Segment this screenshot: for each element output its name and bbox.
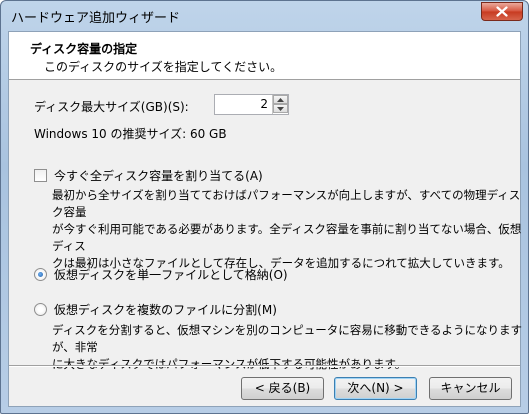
cancel-button[interactable]: キャンセル — [429, 377, 512, 400]
stepper-down-button[interactable] — [273, 104, 288, 113]
page-subtitle: このディスクのサイズを指定してください。 — [44, 60, 283, 74]
page-title: ディスク容量の指定 — [30, 42, 138, 56]
single-file-label[interactable]: 仮想ディスクを単一ファイルとして格納(O) — [54, 266, 288, 283]
description-line: ディスクを分割すると、仮想マシンを別のコンピュータに容易に移動できるようになりま… — [52, 323, 522, 354]
multi-file-label[interactable]: 仮想ディスクを複数のファイルに分割(M) — [54, 301, 277, 318]
single-file-radio[interactable] — [34, 268, 47, 281]
multi-file-option[interactable]: 仮想ディスクを複数のファイルに分割(M) — [34, 301, 277, 318]
wizard-header: ディスク容量の指定 このディスクのサイズを指定してください。 — [9, 32, 520, 80]
description-line: 最初から全サイズを割り当てておけばパフォーマンスが向上しますが、すべての物理ディ… — [52, 188, 521, 219]
close-icon — [496, 6, 508, 17]
single-file-option[interactable]: 仮想ディスクを単一ファイルとして格納(O) — [34, 266, 288, 283]
disk-size-value[interactable]: 2 — [260, 97, 268, 111]
recommended-size-text: Windows 10 の推奨サイズ: 60 GB — [34, 127, 227, 141]
disk-size-stepper[interactable]: 2 — [214, 94, 289, 115]
footer-separator — [9, 365, 520, 367]
wizard-client-area: ディスク容量の指定 このディスクのサイズを指定してください。 ディスク最大サイズ… — [8, 31, 522, 407]
next-button[interactable]: 次へ(N) > — [334, 377, 417, 400]
multi-file-radio[interactable] — [34, 303, 47, 316]
close-button[interactable] — [481, 2, 523, 21]
description-line: が今すぐ利用可能である必要があります。全ディスク容量を事前に割り当てない場合、仮… — [52, 222, 522, 253]
back-button[interactable]: < 戻る(B) — [241, 377, 324, 400]
arrow-up-icon — [277, 97, 284, 102]
allocate-now-checkbox[interactable] — [34, 169, 47, 182]
stepper-up-button[interactable] — [273, 95, 288, 104]
disk-size-label: ディスク最大サイズ(GB)(S): — [34, 100, 189, 114]
window-title: ハードウェア追加ウィザード — [11, 11, 181, 26]
allocate-now-checkbox-row[interactable]: 今すぐ全ディスク容量を割り当てる(A) — [34, 167, 263, 184]
allocate-now-label[interactable]: 今すぐ全ディスク容量を割り当てる(A) — [54, 167, 263, 184]
stepper-buttons — [272, 95, 288, 114]
arrow-down-icon — [277, 106, 284, 111]
title-bar[interactable]: ハードウェア追加ウィザード — [1, 1, 528, 31]
allocate-description: 最初から全サイズを割り当てておけばパフォーマンスが向上しますが、すべての物理ディ… — [52, 187, 522, 272]
wizard-window: ハードウェア追加ウィザード ディスク容量の指定 このディスクのサイズを指定してく… — [0, 0, 529, 414]
